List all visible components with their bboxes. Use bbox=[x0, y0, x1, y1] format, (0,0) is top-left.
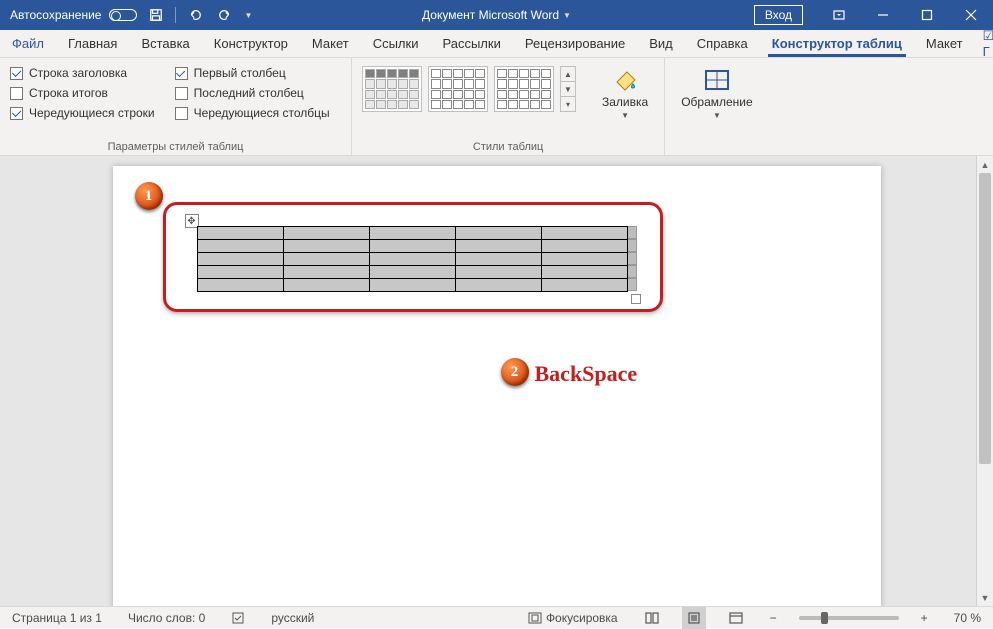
login-button[interactable]: Вход bbox=[754, 5, 803, 25]
borders-button[interactable]: Обрамление ▼ bbox=[675, 62, 758, 139]
tab-constructor[interactable]: Конструктор bbox=[202, 30, 300, 57]
gallery-more-icon[interactable]: ▾ bbox=[561, 97, 575, 111]
checkbox-total-row[interactable]: Строка итогов bbox=[10, 86, 155, 100]
gallery-up-icon[interactable]: ▲ bbox=[561, 67, 575, 82]
tab-table-design[interactable]: Конструктор таблиц bbox=[760, 30, 914, 57]
bucket-icon bbox=[609, 66, 641, 94]
tab-references[interactable]: Ссылки bbox=[361, 30, 431, 57]
minimize-icon[interactable] bbox=[861, 0, 905, 30]
status-page[interactable]: Страница 1 из 1 bbox=[8, 607, 106, 628]
borders-icon bbox=[701, 66, 733, 94]
ribbon: Строка заголовка Строка итогов Чередующи… bbox=[0, 58, 993, 156]
group-label-options: Параметры стилей таблиц bbox=[10, 139, 341, 153]
scroll-thumb[interactable] bbox=[979, 173, 991, 464]
checkbox-banded-rows[interactable]: Чередующиеся строки bbox=[10, 106, 155, 120]
autosave-label: Автосохранение bbox=[10, 8, 101, 22]
view-read-icon[interactable] bbox=[640, 607, 664, 629]
close-icon[interactable] bbox=[949, 0, 993, 30]
table-style-gallery[interactable]: ▲ ▼ ▾ bbox=[362, 62, 576, 112]
redo-icon[interactable] bbox=[214, 4, 236, 26]
scroll-up-icon[interactable]: ▲ bbox=[977, 156, 993, 173]
tab-layout[interactable]: Макет bbox=[300, 30, 361, 57]
tab-mailings[interactable]: Рассылки bbox=[430, 30, 512, 57]
shading-button[interactable]: Заливка ▼ bbox=[596, 62, 654, 120]
table-resize-handle[interactable] bbox=[631, 294, 641, 304]
checkbox-last-column[interactable]: Последний столбец bbox=[175, 86, 330, 100]
tab-home[interactable]: Главная bbox=[56, 30, 129, 57]
status-bar: Страница 1 из 1 Число слов: 0 русский Фо… bbox=[0, 606, 993, 628]
document-title: Документ Microsoft Word▼ bbox=[422, 8, 571, 22]
ribbon-display-icon[interactable] bbox=[817, 0, 861, 30]
zoom-out-icon[interactable]: − bbox=[766, 607, 781, 628]
status-word-count[interactable]: Число слов: 0 bbox=[124, 607, 209, 628]
zoom-in-icon[interactable]: + bbox=[917, 607, 932, 628]
checkbox-header-row[interactable]: Строка заголовка bbox=[10, 66, 155, 80]
title-bar: Автосохранение ▼ Документ Microsoft Word… bbox=[0, 0, 993, 30]
chevron-down-icon: ▼ bbox=[713, 111, 721, 120]
tab-insert[interactable]: Вставка bbox=[129, 30, 201, 57]
annotation-backspace: BackSpace bbox=[535, 361, 638, 387]
gallery-down-icon[interactable]: ▼ bbox=[561, 82, 575, 97]
callout-badge-2: 2 bbox=[501, 358, 529, 386]
scroll-down-icon[interactable]: ▼ bbox=[977, 589, 993, 606]
save-icon[interactable] bbox=[145, 4, 167, 26]
tab-help[interactable]: Справка bbox=[685, 30, 760, 57]
tab-table-layout[interactable]: Макет bbox=[914, 30, 975, 57]
zoom-slider[interactable] bbox=[799, 616, 899, 620]
group-borders: Обрамление ▼ bbox=[665, 58, 768, 155]
table-style-thumb[interactable] bbox=[428, 66, 488, 112]
document-page[interactable]: 1 ✥ 2 BackSpace bbox=[113, 166, 881, 606]
group-table-styles: ▲ ▼ ▾ Заливка ▼ Стили таблиц bbox=[352, 58, 665, 155]
chevron-down-icon: ▼ bbox=[621, 111, 629, 120]
checkbox-first-column[interactable]: Первый столбец bbox=[175, 66, 330, 80]
spellcheck-icon[interactable] bbox=[227, 607, 249, 628]
gallery-scroll[interactable]: ▲ ▼ ▾ bbox=[560, 66, 576, 112]
tab-review[interactable]: Рецензирование bbox=[513, 30, 637, 57]
callout-badge-1: 1 bbox=[135, 182, 163, 210]
table-row-markers bbox=[628, 226, 637, 291]
group-table-style-options: Строка заголовка Строка итогов Чередующи… bbox=[0, 58, 352, 155]
vertical-scrollbar[interactable]: ▲ ▼ bbox=[976, 156, 993, 606]
focus-mode-button[interactable]: Фокусировка bbox=[524, 607, 622, 628]
zoom-level[interactable]: 70 % bbox=[950, 607, 985, 628]
document-workspace: 1 ✥ 2 BackSpace ▲ ▼ bbox=[0, 156, 993, 606]
tab-file[interactable]: Файл bbox=[0, 30, 56, 57]
table-style-thumb[interactable] bbox=[494, 66, 554, 112]
status-language[interactable]: русский bbox=[267, 607, 318, 628]
group-label-styles: Стили таблиц bbox=[362, 139, 654, 153]
tab-view[interactable]: Вид bbox=[637, 30, 685, 57]
ribbon-tabs: Файл Главная Вставка Конструктор Макет С… bbox=[0, 30, 993, 58]
ribbon-collapse-icon[interactable]: ☑ Г bbox=[975, 30, 993, 57]
undo-icon[interactable] bbox=[184, 4, 206, 26]
view-print-icon[interactable] bbox=[682, 607, 706, 629]
table-style-thumb[interactable] bbox=[362, 66, 422, 112]
view-web-icon[interactable] bbox=[724, 607, 748, 629]
maximize-icon[interactable] bbox=[905, 0, 949, 30]
word-table[interactable] bbox=[197, 226, 628, 292]
checkbox-banded-columns[interactable]: Чередующиеся столбцы bbox=[175, 106, 330, 120]
autosave-toggle[interactable] bbox=[109, 9, 137, 21]
